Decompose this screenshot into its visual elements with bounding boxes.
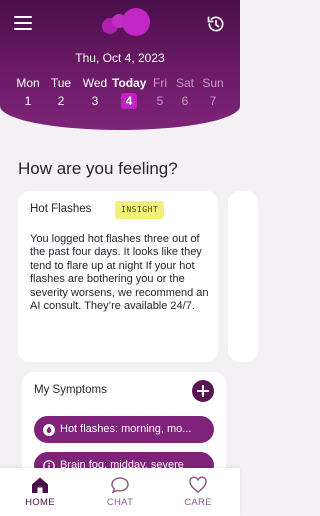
day-wed[interactable]: Wed 3 <box>78 76 112 109</box>
insight-badge: INSIGHT <box>115 201 165 219</box>
header: Thu, Oct 4, 2023 Mon 1 Tue 2 Wed 3 Today 4 F… <box>0 0 240 130</box>
menu-icon[interactable] <box>14 16 32 30</box>
app-logo <box>102 8 150 38</box>
insight-card-body: You logged hot flashes three out of the … <box>30 233 209 313</box>
week-strip: Mon 1 Tue 2 Wed 3 Today 4 Fri 5 Sat 6 Sun 7 <box>10 76 230 112</box>
day-tue[interactable]: Tue 2 <box>44 76 78 109</box>
add-symptom-button[interactable] <box>192 380 214 402</box>
insight-card-title: Hot Flashes <box>30 203 92 215</box>
symptom-chip-label: Hot flashes: morning, mo... <box>60 423 192 435</box>
heart-icon <box>189 476 207 493</box>
next-card-peek[interactable] <box>228 191 258 362</box>
day-mon[interactable]: Mon 1 <box>11 76 45 109</box>
day-today[interactable]: Today 4 <box>112 76 146 109</box>
page-title: How are you feeling? <box>18 159 178 178</box>
tab-care[interactable]: CARE <box>168 476 228 508</box>
symptoms-title: My Symptoms <box>34 384 107 396</box>
tab-home[interactable]: HOME <box>10 476 70 508</box>
symptom-chip[interactable]: Hot flashes: morning, mo... <box>34 416 214 443</box>
flame-icon <box>43 424 55 436</box>
bottom-tab-bar: HOME CHAT CARE <box>0 468 240 516</box>
history-icon[interactable] <box>206 14 226 34</box>
tab-home-label: HOME <box>25 497 55 508</box>
insight-card[interactable]: Hot Flashes INSIGHT You logged hot flash… <box>18 191 218 362</box>
tab-chat-label: CHAT <box>106 497 134 508</box>
day-sun[interactable]: Sun 7 <box>196 76 230 109</box>
current-date: Thu, Oct 4, 2023 <box>75 51 165 65</box>
chat-icon <box>111 477 129 494</box>
tab-care-label: CARE <box>184 497 212 508</box>
home-icon <box>32 477 48 493</box>
tab-chat[interactable]: CHAT <box>90 476 150 508</box>
